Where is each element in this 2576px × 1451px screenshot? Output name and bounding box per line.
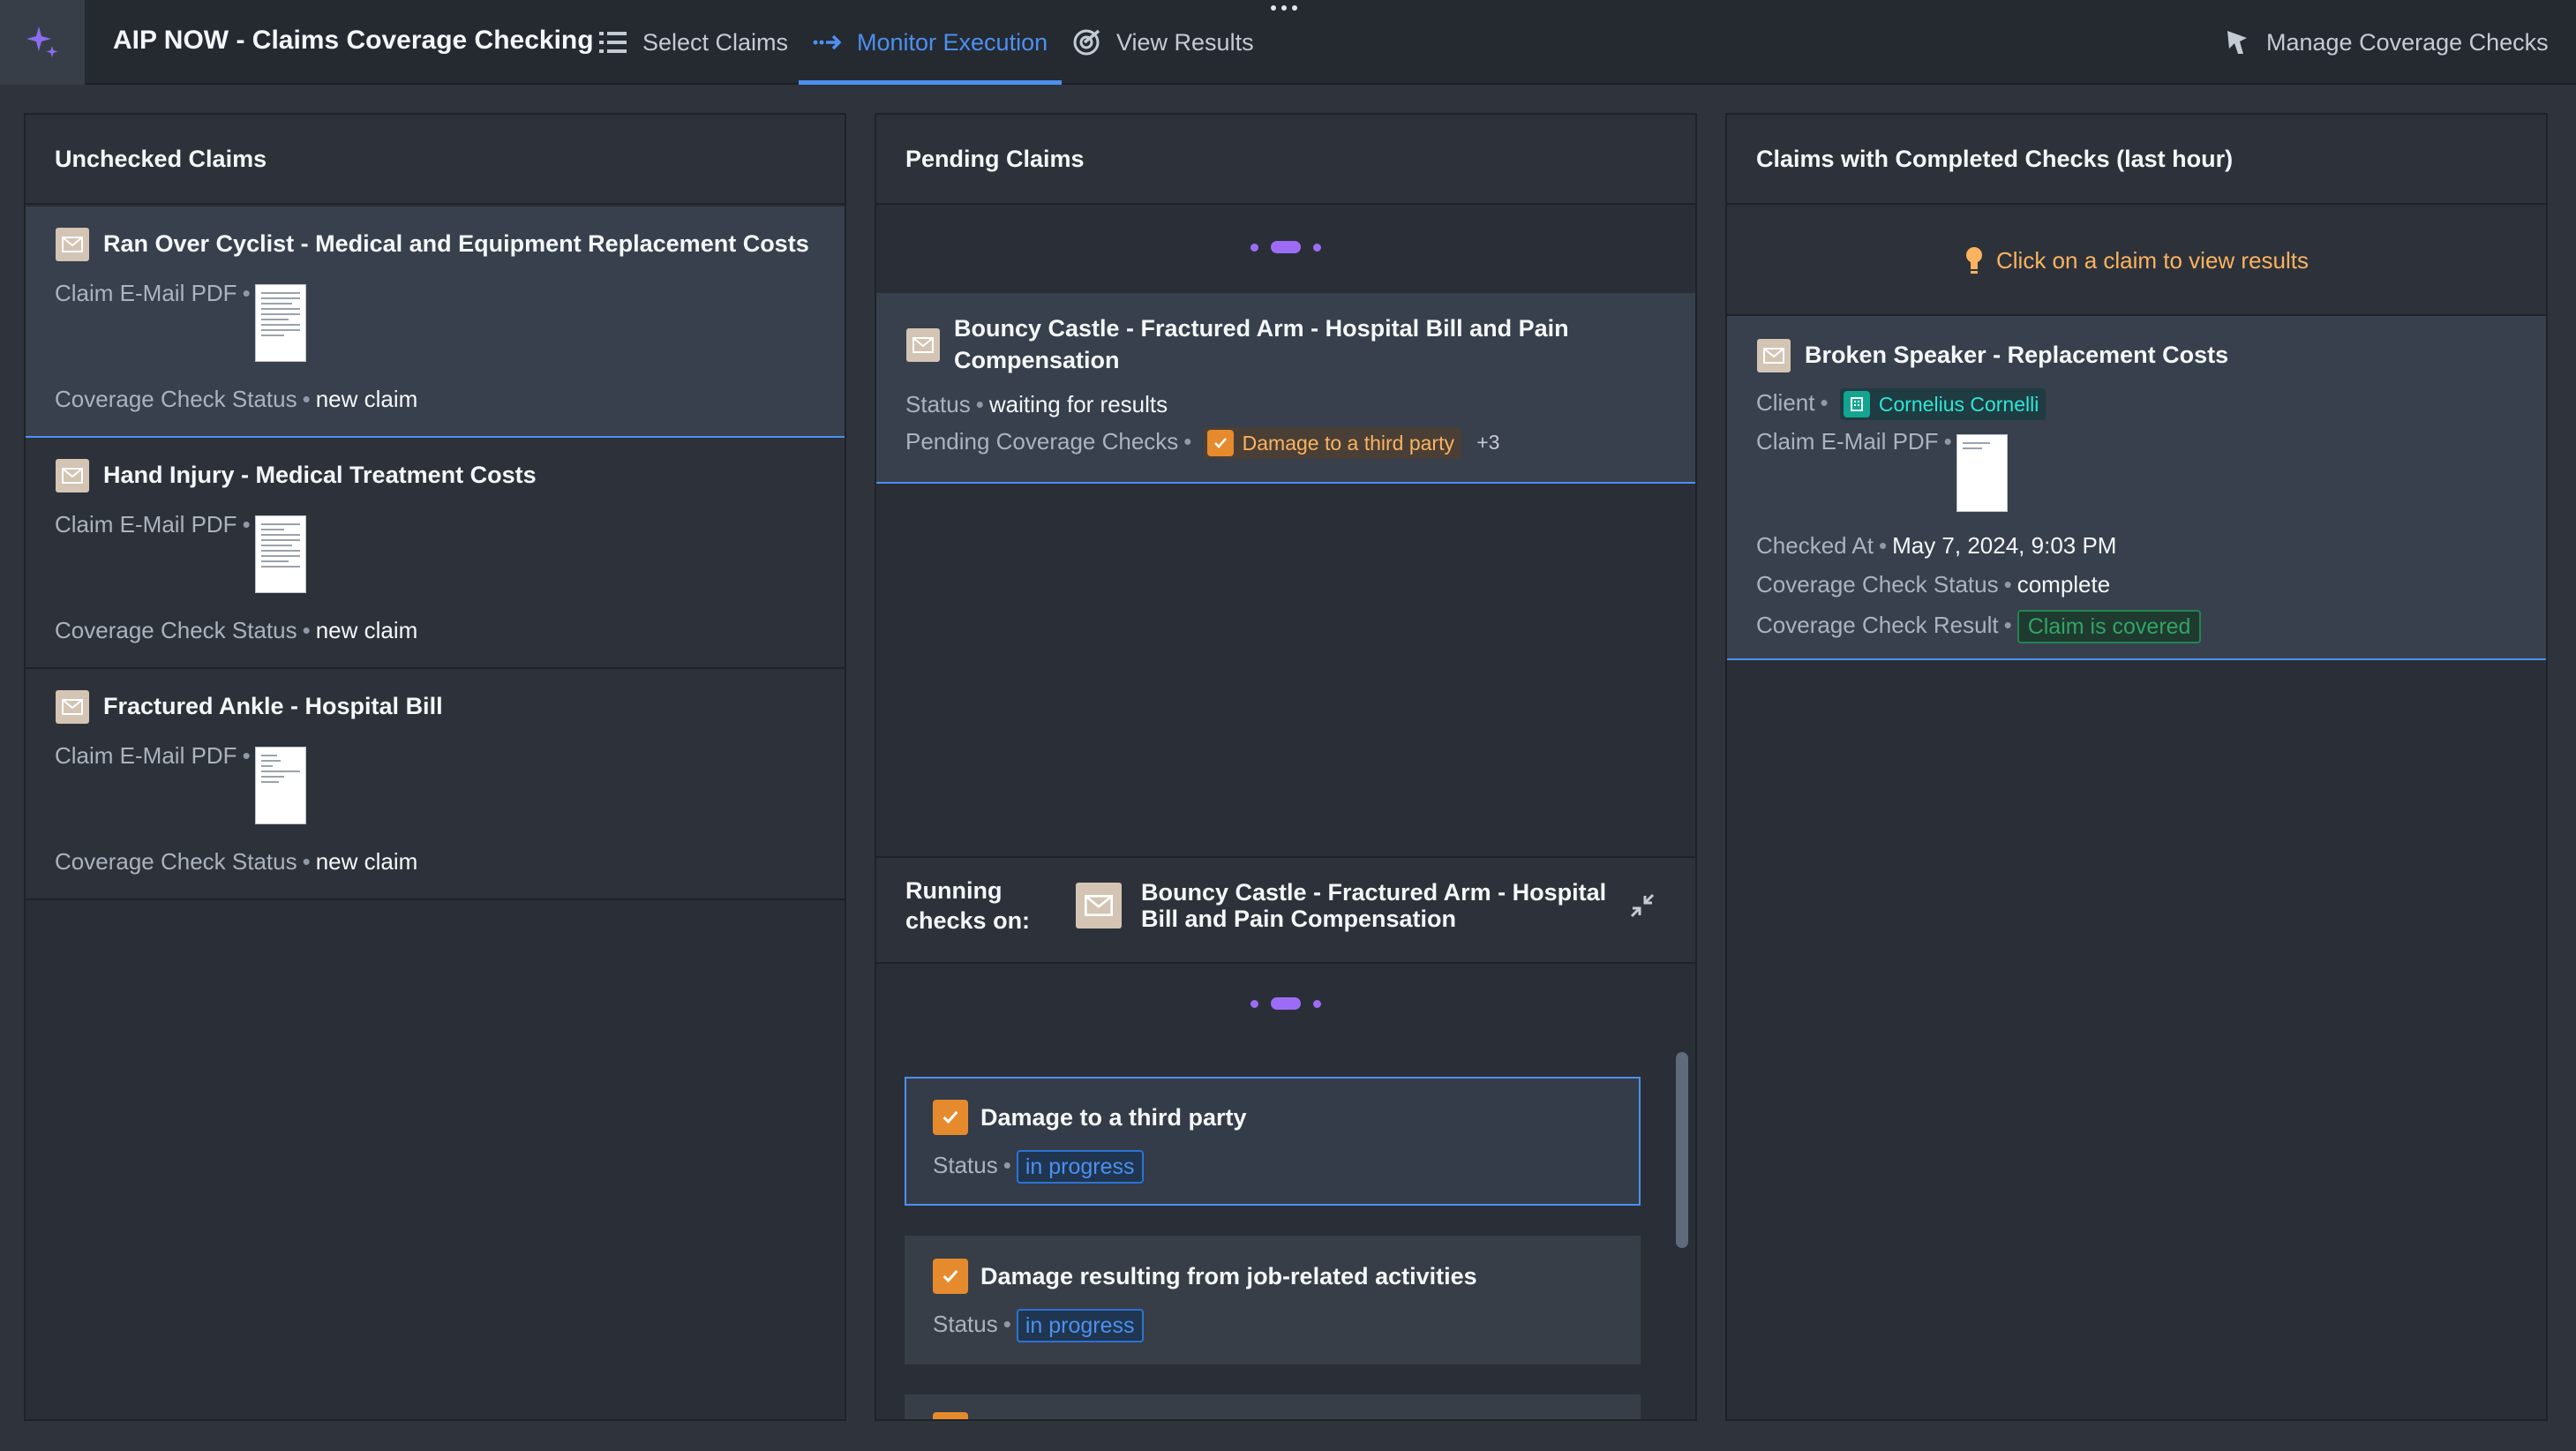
collapse-icon[interactable] <box>1626 890 1658 926</box>
manage-label: Manage Coverage Checks <box>2266 28 2549 56</box>
pending-claim-card[interactable]: Bouncy Castle - Fractured Arm - Hospital… <box>876 293 1695 484</box>
claim-title: Bouncy Castle - Fractured Arm - Hospital… <box>954 315 1569 373</box>
pdf-property: Claim E-Mail PDF • <box>55 511 251 538</box>
completed-claims-panel: Claims with Completed Checks (last hour)… <box>1725 113 2548 1421</box>
status-badge: in progress <box>1016 1309 1144 1343</box>
coverage-check-card[interactable] <box>905 1395 1641 1419</box>
building-icon <box>1843 391 1870 418</box>
arrow-right-icon <box>813 33 843 52</box>
sparkle-icon <box>26 26 58 57</box>
client-property: Client • Cornelius Cornelli <box>1756 387 2047 421</box>
pdf-thumbnail[interactable] <box>255 747 306 824</box>
tab-monitor-execution[interactable]: Monitor Execution <box>799 0 1063 85</box>
pdf-thumbnail[interactable] <box>255 284 306 362</box>
tab-select-claims[interactable]: Select Claims <box>598 0 788 85</box>
running-label: Running checks on: <box>905 877 1031 934</box>
checked-at-property: Checked At • May 7, 2024, 9:03 PM <box>1756 532 2117 559</box>
pending-claims-panel: Pending Claims Bouncy Castle - Fractured… <box>875 113 1697 1421</box>
claim-title: Hand Injury - Medical Treatment Costs <box>103 462 537 488</box>
claim-card[interactable]: Hand Injury - Medical Treatment Costs Cl… <box>26 438 845 669</box>
panel-title: Unchecked Claims <box>26 115 845 205</box>
divider <box>876 962 1695 964</box>
tab-label: View Results <box>1116 28 1254 56</box>
pending-checks-property: Pending Coverage Checks • Damage to a thi… <box>905 425 1499 460</box>
panel-title: Pending Claims <box>876 115 1695 205</box>
status-property: Status • in progress <box>933 1149 1144 1184</box>
claim-title: Fractured Ankle - Hospital Bill <box>103 693 443 719</box>
envelope-icon <box>56 690 89 724</box>
check-icon <box>933 1259 968 1294</box>
result-badge: Claim is covered <box>2016 610 2202 644</box>
completed-claim-card[interactable]: Broken Speaker - Replacement Costs Clien… <box>1727 316 2546 660</box>
running-claim-title: Bouncy Castle - Fractured Arm - Hospital… <box>1141 879 1607 932</box>
unchecked-claims-panel: Unchecked Claims Ran Over Cyclist - Medi… <box>24 113 846 1421</box>
client-tag[interactable]: Cornelius Cornelli <box>1839 388 2047 421</box>
tab-label: Select Claims <box>642 28 789 56</box>
panel-title: Claims with Completed Checks (last hour) <box>1727 115 2546 205</box>
manage-coverage-checks-button[interactable]: Manage Coverage Checks <box>2222 0 2549 85</box>
target-check-icon <box>1072 27 1102 57</box>
claim-card[interactable]: Ran Over Cyclist - Medical and Equipment… <box>26 207 845 438</box>
check-icon <box>1206 430 1234 457</box>
claim-title: Broken Speaker - Replacement Costs <box>1805 342 2229 368</box>
app-logo[interactable] <box>0 0 85 85</box>
pdf-property: Claim E-Mail PDF • <box>55 742 251 769</box>
list-icon <box>598 29 628 56</box>
tab-label: Monitor Execution <box>857 28 1048 56</box>
envelope-icon <box>1757 339 1791 372</box>
envelope-icon <box>56 459 89 492</box>
loading-spinner <box>1250 241 1321 253</box>
status-property: Status • waiting for results <box>905 391 1168 417</box>
check-icon <box>933 1100 968 1135</box>
more-count[interactable]: +3 <box>1476 431 1499 454</box>
loading-spinner <box>1250 997 1321 1010</box>
pdf-property: Claim E-Mail PDF • <box>1756 428 1952 455</box>
pdf-property: Claim E-Mail PDF • <box>55 280 251 306</box>
envelope-icon <box>1076 883 1122 928</box>
pen-tool-icon <box>2222 27 2252 57</box>
status-property: Coverage Check Status • new claim <box>55 617 418 643</box>
coverage-check-tag[interactable]: Damage to a third party <box>1203 427 1461 460</box>
status-property: Coverage Check Status • new claim <box>55 848 418 875</box>
check-title: Damage to a third party <box>980 1104 1247 1131</box>
claim-card[interactable]: Fractured Ankle - Hospital Bill Claim E-… <box>26 669 845 900</box>
top-bar: AIP NOW - Claims Coverage Checking Selec… <box>0 0 2576 85</box>
envelope-icon <box>56 228 89 261</box>
status-badge: in progress <box>1016 1150 1144 1184</box>
status-property: Coverage Check Status • new claim <box>55 386 418 412</box>
scrollbar[interactable] <box>1676 1052 1688 1248</box>
check-icon <box>933 1412 968 1419</box>
pdf-thumbnail[interactable] <box>1956 434 2008 512</box>
running-header: Running checks on: Bouncy Castle - Fract… <box>876 858 1695 962</box>
hint-text: Click on a claim to view results <box>1996 246 2309 274</box>
more-options-icon[interactable] <box>1271 2 1297 14</box>
coverage-check-card[interactable]: Damage resulting from job-related activi… <box>905 1236 1641 1365</box>
claim-title: Ran Over Cyclist - Medical and Equipment… <box>103 230 809 257</box>
status-property: Coverage Check Status • complete <box>1756 571 2111 598</box>
lightbulb-icon <box>1964 245 1984 275</box>
hint-row: Click on a claim to view results <box>1727 207 2546 314</box>
pdf-thumbnail[interactable] <box>255 515 306 593</box>
tab-view-results[interactable]: View Results <box>1072 0 1254 85</box>
coverage-check-card[interactable]: Damage to a third party Status • in progre… <box>905 1077 1641 1206</box>
envelope-icon <box>906 328 940 362</box>
check-title: Damage resulting from job-related activi… <box>980 1263 1477 1289</box>
app-title: AIP NOW - Claims Coverage Checking <box>113 26 594 55</box>
result-property: Coverage Check Result • Claim is covered <box>1756 609 2202 644</box>
status-property: Status • in progress <box>933 1308 1144 1343</box>
